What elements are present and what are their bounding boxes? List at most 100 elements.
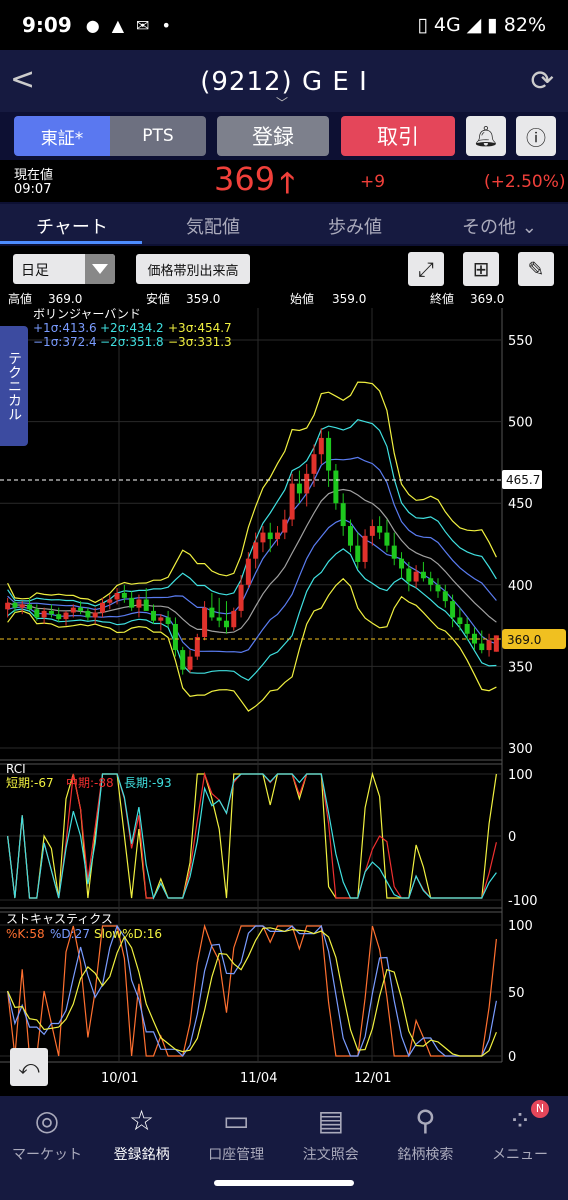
tab-other[interactable]: その他 ⌄ [462,213,537,239]
price-row: 現在値 09:07 369 🡑 +9 (+2.50%) [0,160,568,202]
stoch-axis-label: 100 [508,919,533,934]
network-label: 4G [433,14,461,36]
candle-body [369,526,375,536]
bell-icon[interactable]: 🔔︎ [466,116,506,156]
warning-icon: ▲ [111,15,125,35]
candle-body [377,526,383,533]
candle-body [209,607,215,618]
candle-body [435,584,441,592]
candle-body [202,607,208,638]
tab-underline [0,241,142,244]
bb-legend: ボリンジャーバンド +1σ:413.6 +2σ:434.2 +3σ:454.7 … [33,307,232,349]
bb-legend-p1: +1σ:413.6 [33,321,97,335]
rci-legend-short: 短期:-67 [6,776,54,790]
stoch-legend-slow: Slow%D:16 [94,927,162,941]
price-axis-label: 300 [508,742,533,757]
bb-legend-p2: +2σ:434.2 [100,321,164,335]
candle-body [399,558,405,569]
status-right: ▯ 4G ◢ ▮ 82% [417,14,546,36]
tab-bar: チャート 気配値 歩み値 その他 ⌄ [0,204,568,244]
market-pts-button[interactable]: PTS [110,116,206,156]
candle-body [493,635,499,652]
current-price: 369 [214,160,276,198]
rci-legend: RCI 短期:-67 中期:-88 長期:-93 [6,762,172,790]
date-axis-label: 10/01 [101,1071,138,1086]
candle-body [27,604,33,610]
stoch-legend-title: ストキャスティクス [6,912,113,926]
price-change-pct: (+2.50%) [484,172,566,192]
expand-icon[interactable]: ⤢ [408,252,444,286]
chart-area[interactable]: 高値 369.0 安値 359.0 始値 359.0 終値 369.0 550 5… [0,290,568,1096]
candle-body [194,637,200,657]
stoch-axis-label: 50 [508,986,525,1001]
candle-body [92,612,98,618]
market-tosho-button[interactable]: 東証* [14,116,110,156]
globe-icon: ◎ [34,1104,60,1137]
rci-axis-label: 100 [508,768,533,783]
chevron-down-icon: ⌄ [521,217,537,238]
trade-button[interactable]: 取引 [341,116,455,156]
candle-body [253,542,259,559]
swap-icon[interactable]: ⤺ [10,1048,48,1086]
candle-body [304,473,310,494]
candle-body [216,617,222,621]
nav-item-1[interactable]: ☆ 登録銘柄 [95,1096,189,1168]
period-value: 日足 [21,263,49,279]
candle-body [275,532,281,540]
tab-quotes[interactable]: 気配値 [186,213,240,239]
candle-body [129,597,135,608]
nav-item-0[interactable]: ◎ マーケット [0,1096,94,1168]
stoch-axis-label: 0 [508,1050,516,1065]
volume-by-price-button[interactable]: 価格帯別出来高 [136,254,250,284]
nav-item-5[interactable]: ⁘ メニュー N [473,1096,567,1168]
candle-body [12,602,18,608]
candle-body [136,599,142,608]
stoch-legend: ストキャスティクス %K:58 %D:27 Slow%D:16 [6,912,162,941]
technical-side-tab[interactable]: テクニカル [0,326,28,446]
candle-body [223,620,229,628]
candle-body [151,610,157,621]
candle-body [121,592,127,598]
tab-ticks[interactable]: 歩み値 [328,213,382,239]
candle-body [318,437,324,455]
line-icon: ● [85,15,100,35]
layout-grid-icon[interactable]: ⊞ [463,252,499,286]
chart-svg[interactable]: 高値 369.0 安値 359.0 始値 359.0 終値 369.0 550 5… [0,290,568,1096]
price-time: 09:07 [14,182,52,197]
candle-body [457,617,463,624]
period-select[interactable]: 日足 [13,254,115,284]
bb-legend-m1: −1σ:372.4 [33,335,97,349]
candle-body [158,617,164,621]
nav-item-3[interactable]: ▤ 注文照会 [284,1096,378,1168]
refresh-icon[interactable]: ⟳ [531,64,554,97]
chart-grid [0,308,503,1063]
signal-icon: ◢ [466,14,482,36]
rci-legend-long: 長期:-93 [124,776,172,790]
home-indicator[interactable] [214,1180,354,1186]
rci-axis-label: -100 [508,894,538,909]
ohlc-high: 369.0 [48,292,82,306]
status-time: 9:09 [22,13,72,37]
chevron-down-icon[interactable]: ﹀ [276,94,288,111]
candle-body [464,623,470,634]
tab-other-label: その他 [462,217,516,238]
bottom-nav: ◎ マーケット ☆ 登録銘柄 ▭ 口座管理 ▤ 注文照会 ⚲ 銘柄検索 ⁘ メニュー N [0,1096,568,1168]
candle-body [107,599,113,603]
tab-chart[interactable]: チャート [36,213,108,239]
candle-body [296,483,302,494]
candle-body [413,571,419,582]
price-change: +9 [360,172,386,192]
pencil-icon[interactable]: ✎ [518,252,554,286]
info-icon[interactable]: ⓘ [516,116,556,156]
candle-body [355,545,361,562]
register-button[interactable]: 登録 [217,116,329,156]
candle-body [41,610,47,618]
candle-body [85,610,91,618]
search-icon: ⚲ [415,1104,436,1137]
ohlc-low-label: 安値 [146,291,170,306]
stock-title[interactable]: (9212) G E I [0,67,568,97]
stoch-legend-d: %D:27 [50,927,90,941]
candle-body [450,601,456,618]
nav-item-4[interactable]: ⚲ 銘柄検索 [378,1096,472,1168]
nav-item-2[interactable]: ▭ 口座管理 [189,1096,283,1168]
